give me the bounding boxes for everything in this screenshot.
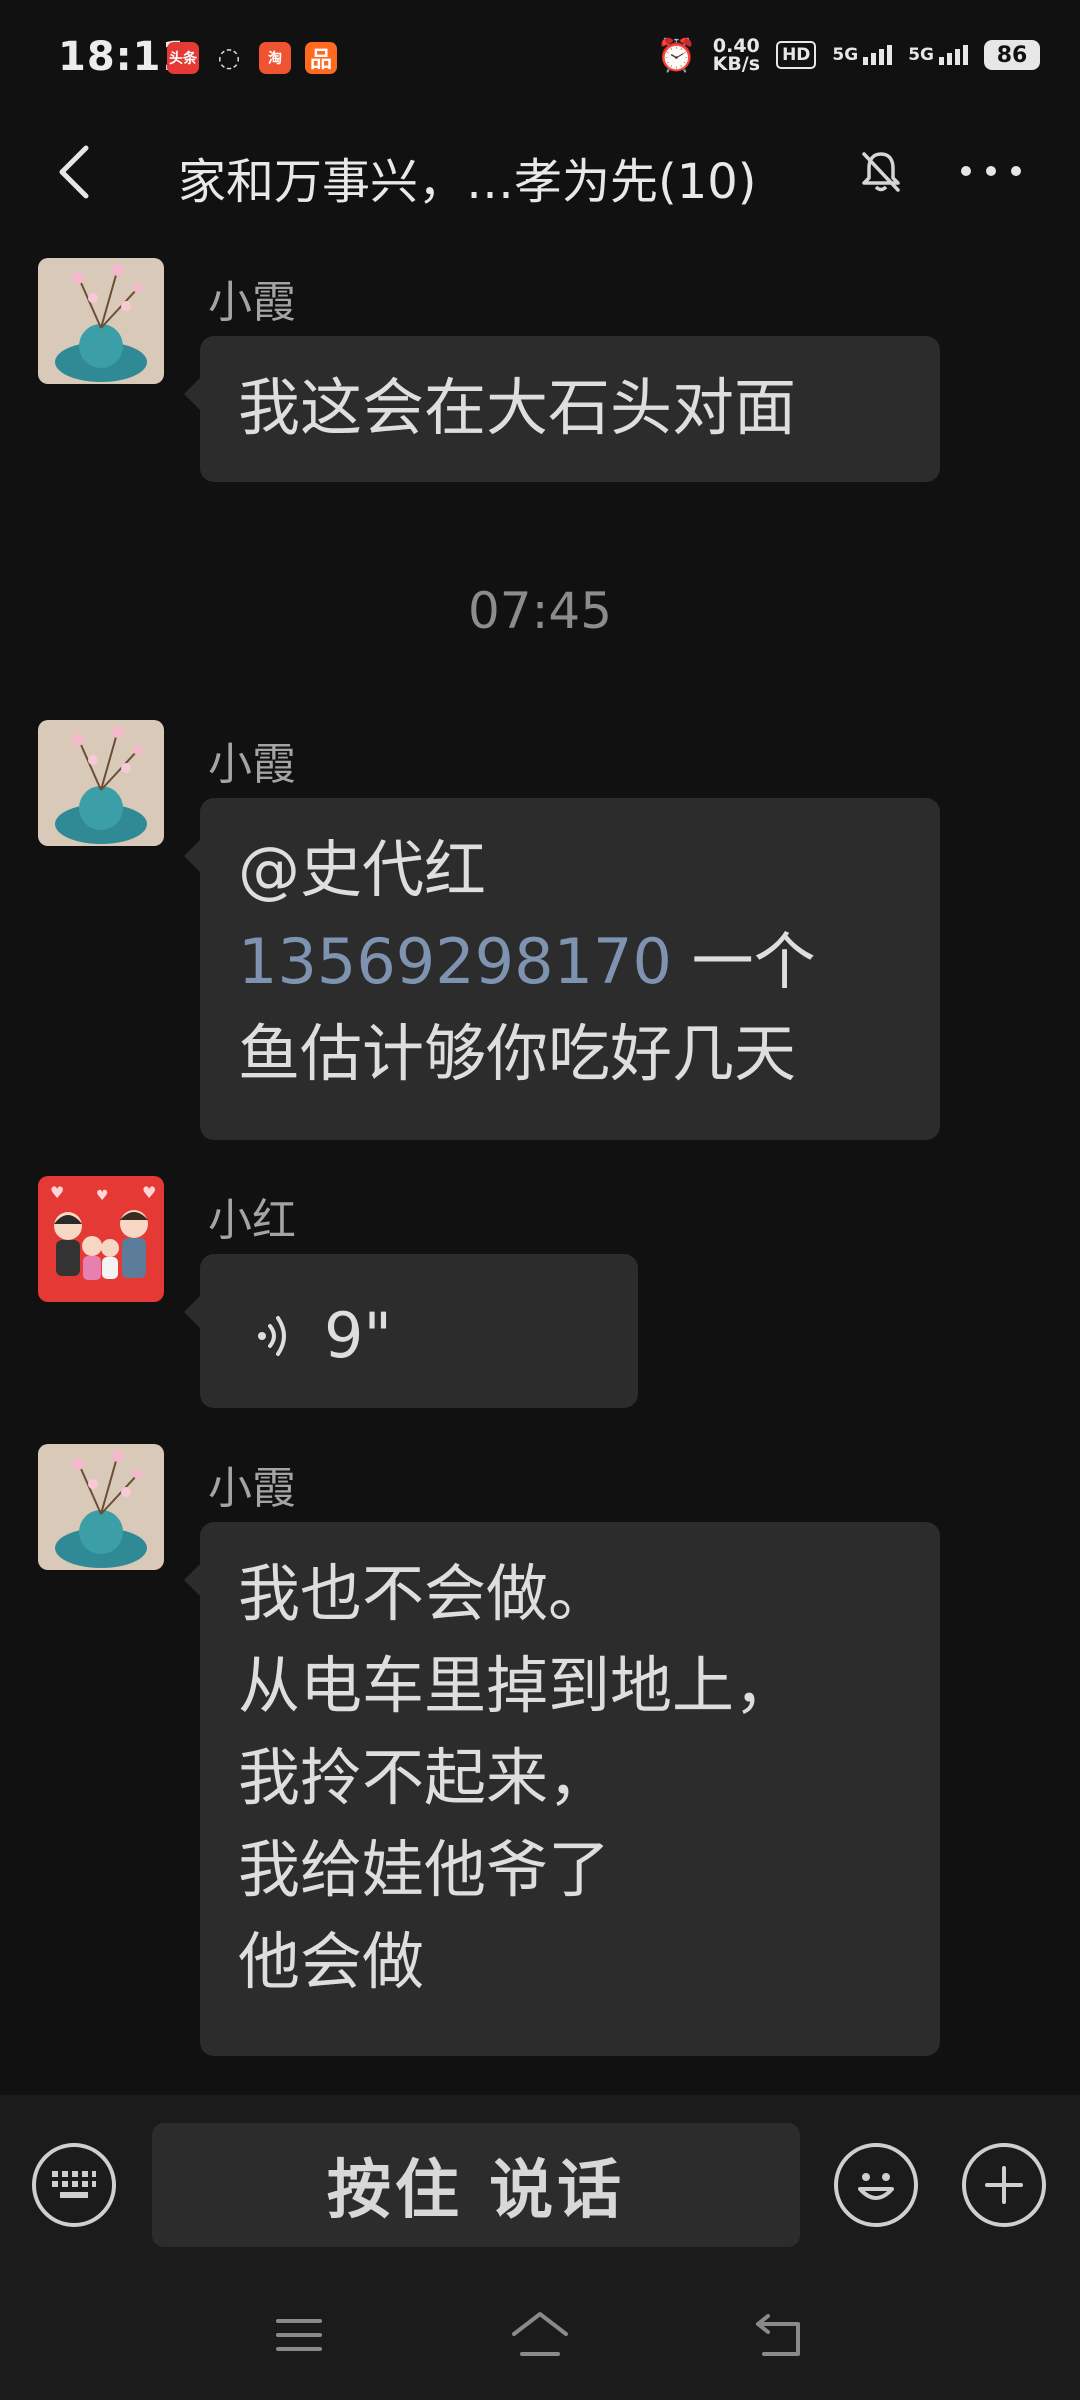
taobao-app-icon: 淘: [259, 42, 291, 74]
svg-text:♥: ♥: [142, 1183, 156, 1202]
avatar[interactable]: [38, 258, 164, 384]
flower-vase-avatar-icon: [38, 720, 164, 846]
network-speed: 0.40 KB/s: [712, 35, 761, 75]
home-icon: [512, 2312, 568, 2356]
status-indicators: ⏰ 0.40 KB/s HD 5G 5G 86: [657, 36, 1040, 74]
chat-input-bar: 按住 说话: [0, 2095, 1080, 2275]
avatar[interactable]: [38, 1444, 164, 1570]
status-bar: 18:11 头条 ◌ 淘 品 ⏰ 0.40 KB/s HD 5G 5G 86: [0, 0, 1080, 120]
message-text-line: 我给娃他爷了: [238, 1833, 611, 1906]
voice-duration: 9": [324, 1299, 392, 1372]
notification-app-icons: 头条 ◌ 淘 品: [167, 42, 337, 74]
avatar[interactable]: [38, 720, 164, 846]
nav-menu-button[interactable]: [264, 2305, 334, 2365]
smiley-icon: [858, 2173, 894, 2200]
toutiao-app-icon: 头条: [167, 42, 199, 74]
message-bubble[interactable]: 我也不会做。 从电车里掉到地上， 我拎不起来， 我给娃他爷了 他会做: [184, 1522, 940, 2056]
sender-name: 小红: [208, 1195, 296, 1246]
svg-text:♥: ♥: [96, 1188, 109, 1204]
sender-name: 小霞: [208, 1463, 296, 1514]
message-bubble[interactable]: @史代红 13569298170 一个 鱼估计够你吃好几天: [184, 798, 940, 1140]
sender-name: 小霞: [208, 739, 296, 790]
voice-message-bubble[interactable]: 9": [184, 1254, 638, 1408]
nav-back-button[interactable]: [745, 2305, 815, 2365]
signal-strength-icon-2: 5G: [908, 45, 968, 65]
nav-home-button[interactable]: [505, 2305, 575, 2365]
alarm-icon: ⏰: [656, 36, 697, 74]
hd-voice-icon: HD: [776, 41, 817, 69]
emoji-button[interactable]: [834, 2143, 918, 2227]
flower-vase-avatar-icon: [38, 1444, 164, 1570]
back-arrow-icon[interactable]: [48, 142, 108, 202]
sender-name: 小霞: [208, 277, 296, 328]
keyboard-toggle-button[interactable]: [32, 2143, 116, 2227]
message-text: 鱼估计够你吃好几天: [238, 1017, 797, 1090]
orbit-app-icon: ◌: [217, 43, 241, 73]
signal-strength-icon: 5G: [832, 45, 893, 65]
back-return-icon: [756, 2314, 800, 2356]
system-navigation-bar: [0, 2275, 1080, 2400]
battery-icon: 86: [984, 40, 1040, 70]
more-options-icon[interactable]: [956, 146, 1026, 196]
svg-text:♥: ♥: [50, 1183, 64, 1202]
flower-vase-avatar-icon: [38, 258, 164, 384]
message-text-line: 从电车里掉到地上，: [238, 1649, 797, 1722]
message-bubble[interactable]: 我这会在大石头对面: [184, 336, 940, 482]
voice-wave-icon: [258, 1316, 286, 1356]
more-functions-button[interactable]: [962, 2143, 1046, 2227]
chat-timestamp: 07:45: [467, 582, 613, 640]
mention-text[interactable]: @史代红: [238, 824, 902, 916]
message-text: 一个: [671, 925, 816, 998]
message-text: 我这会在大石头对面: [238, 371, 797, 444]
keyboard-icon: [52, 2171, 96, 2198]
menu-lines-icon: [276, 2319, 322, 2351]
plus-icon: [985, 2166, 1023, 2204]
hold-to-talk-button[interactable]: 按住 说话: [152, 2123, 800, 2247]
chat-title: 家和万事兴，…孝为先(10): [178, 154, 757, 210]
phone-number-link[interactable]: 13569298170: [238, 925, 672, 998]
message-text-line: 我也不会做。: [238, 1557, 611, 1630]
mute-bell-icon: [862, 152, 900, 192]
message-text-line: 我拎不起来，: [238, 1741, 611, 1814]
avatar[interactable]: ♥ ♥ ♥: [38, 1176, 164, 1302]
shop-app-icon: 品: [305, 42, 337, 74]
message-text-line: 他会做: [238, 1925, 425, 1998]
family-cartoon-avatar-icon: ♥ ♥ ♥: [38, 1176, 164, 1302]
chat-header: 家和万事兴，…孝为先(10): [0, 120, 1080, 225]
